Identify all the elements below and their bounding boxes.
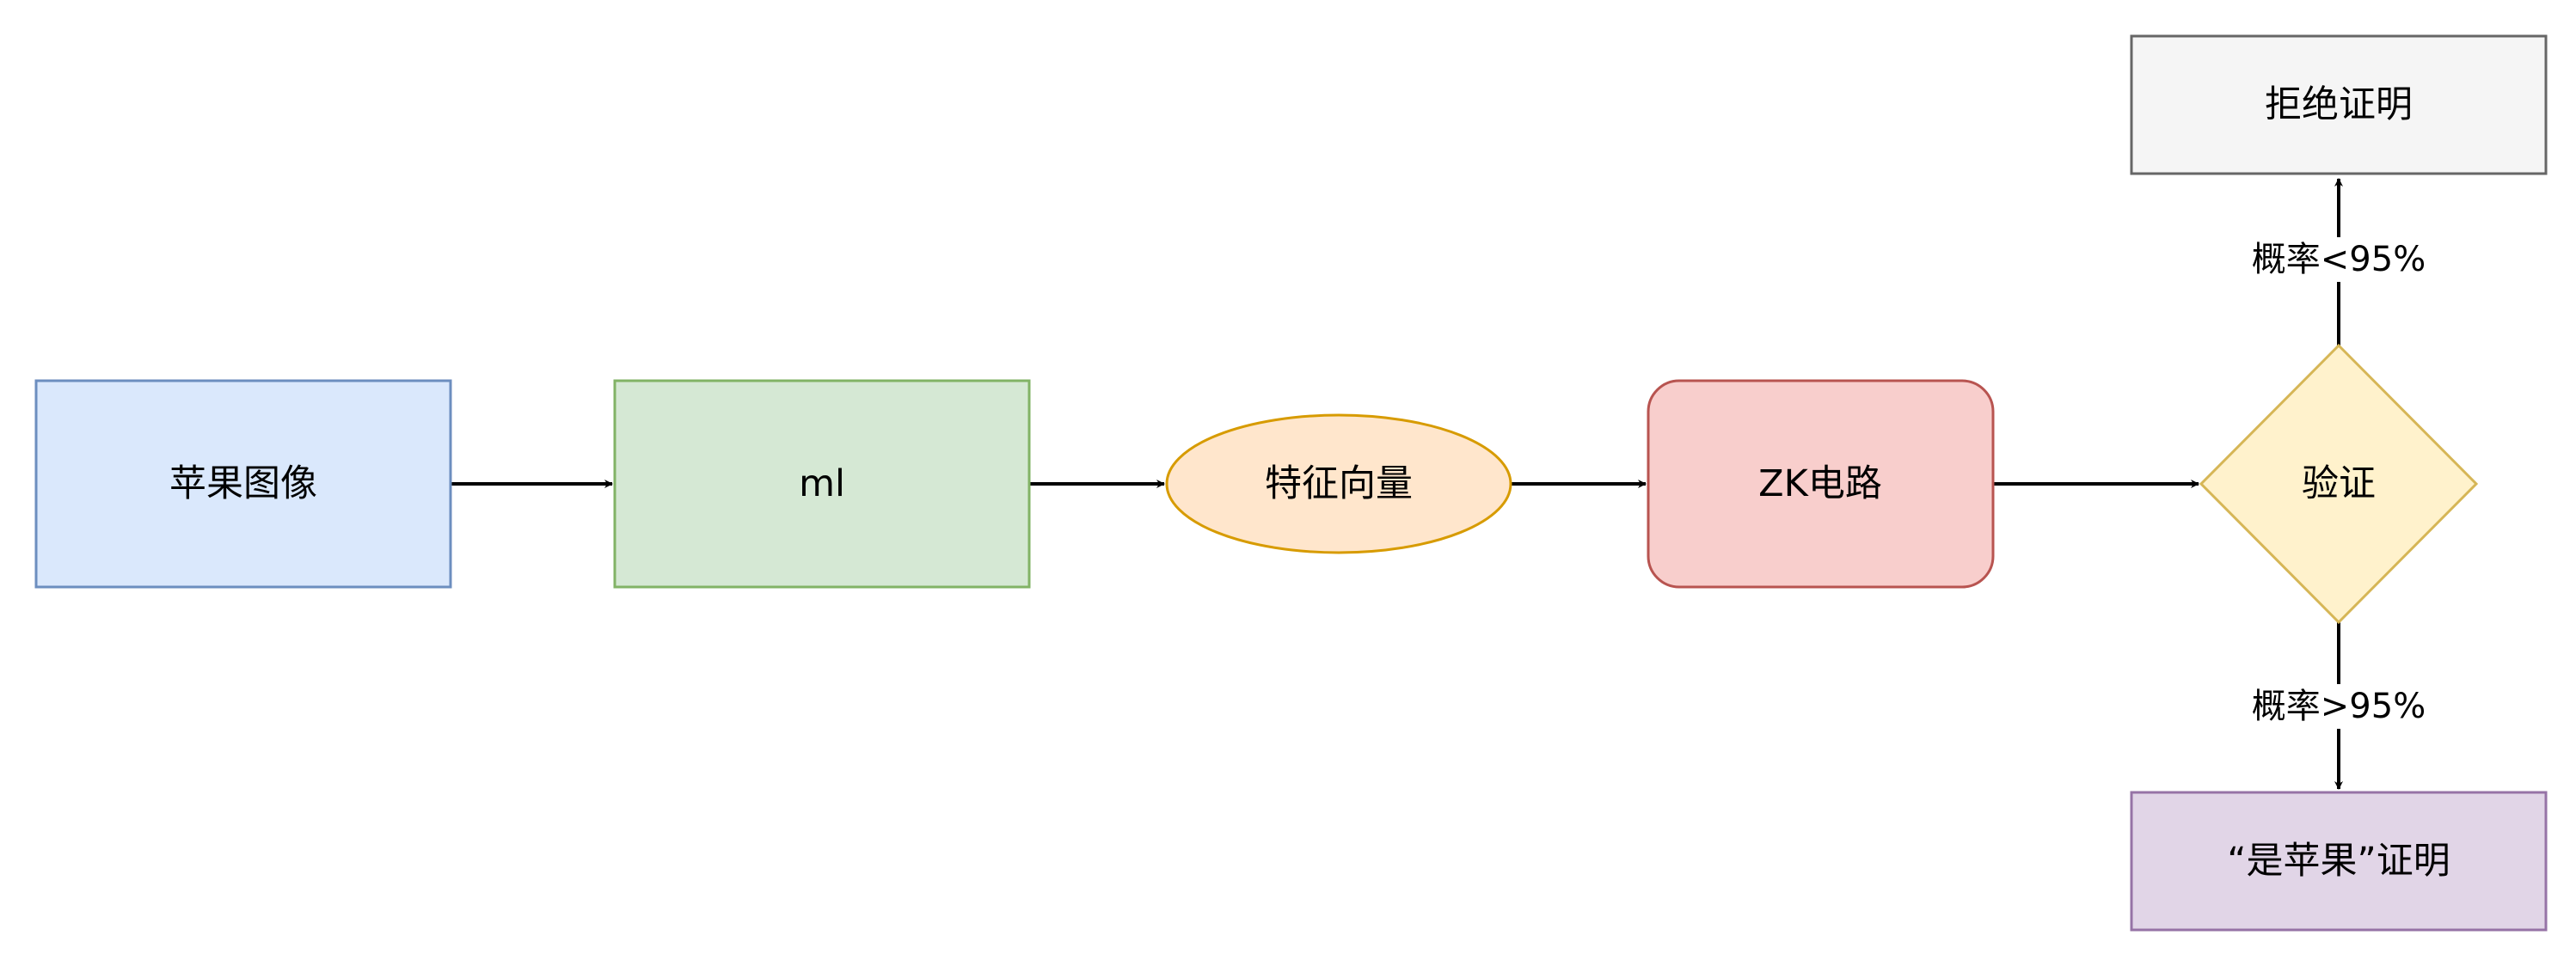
node-verify-label: 验证 (2302, 462, 2376, 505)
edge-label-below-threshold-text: 概率<95% (2252, 240, 2426, 279)
node-zk-circuit: ZK电路 (1647, 379, 1995, 589)
node-ml: ml (613, 379, 1031, 589)
node-feature-vector-label: 特征向量 (1265, 462, 1413, 505)
node-is-apple-proof-label: “是苹果”证明 (2227, 840, 2450, 883)
node-apple-image-label: 苹果图像 (169, 462, 317, 505)
node-is-apple-proof: “是苹果”证明 (2130, 791, 2548, 932)
flowchart: 苹果图像 ml 特征向量 ZK电路 验证 拒绝证明 “是苹果”证明 概率<95%… (34, 34, 2548, 932)
node-feature-vector: 特征向量 (1165, 413, 1512, 554)
edge-label-above-threshold: 概率>95% (2248, 684, 2429, 729)
node-verify: 验证 (2199, 343, 2479, 625)
node-ml-label: ml (799, 462, 845, 505)
node-apple-image: 苹果图像 (34, 379, 452, 589)
edge-label-below-threshold: 概率<95% (2248, 237, 2429, 282)
node-zk-circuit-label: ZK电路 (1758, 462, 1882, 505)
node-reject-proof: 拒绝证明 (2130, 34, 2548, 175)
edge-label-above-threshold-text: 概率>95% (2252, 687, 2426, 726)
node-reject-proof-label: 拒绝证明 (2265, 83, 2413, 126)
